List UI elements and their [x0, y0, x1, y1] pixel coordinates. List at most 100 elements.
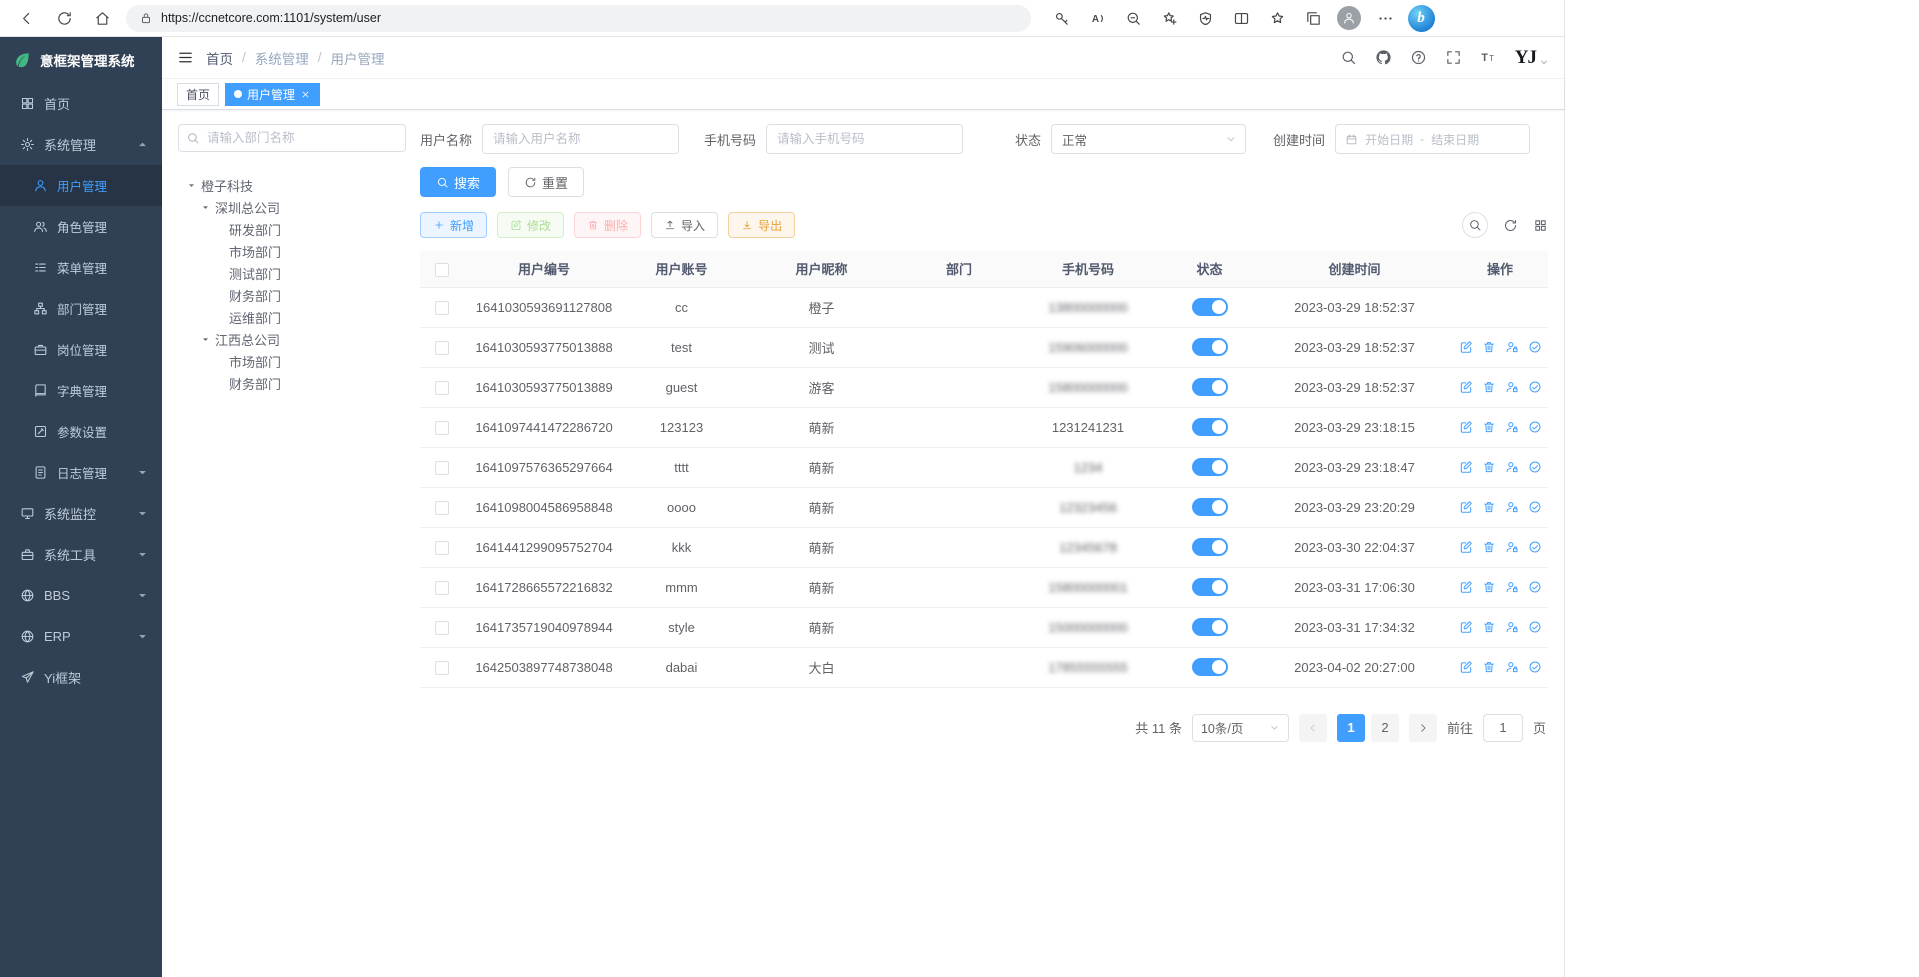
edit-icon[interactable]	[1459, 580, 1473, 594]
reset-password-icon[interactable]	[1505, 620, 1519, 634]
user-avatar[interactable]: YJ	[1515, 48, 1549, 67]
sidebar-item-岗位管理[interactable]: 岗位管理	[0, 329, 162, 370]
tab-用户管理[interactable]: 用户管理	[225, 83, 320, 106]
delete-icon[interactable]	[1482, 380, 1496, 394]
refresh-icon[interactable]	[1503, 218, 1518, 233]
tree-node-市场部门[interactable]: 市场部门	[178, 350, 406, 372]
reset-password-icon[interactable]	[1505, 540, 1519, 554]
tree-node-财务部门[interactable]: 财务部门	[178, 284, 406, 306]
status-toggle[interactable]	[1192, 498, 1228, 516]
copilot-icon[interactable]: b	[1403, 3, 1439, 33]
edit-icon[interactable]	[1459, 540, 1473, 554]
row-checkbox[interactable]	[435, 461, 449, 475]
status-toggle[interactable]	[1192, 538, 1228, 556]
tree-node-测试部门[interactable]: 测试部门	[178, 262, 406, 284]
favorites-icon[interactable]	[1259, 3, 1295, 33]
row-checkbox[interactable]	[435, 421, 449, 435]
edit-icon[interactable]	[1459, 460, 1473, 474]
sidebar-item-ERP[interactable]: ERP	[0, 616, 162, 657]
delete-icon[interactable]	[1482, 460, 1496, 474]
status-toggle[interactable]	[1192, 578, 1228, 596]
status-toggle[interactable]	[1192, 658, 1228, 676]
assign-role-icon[interactable]	[1528, 580, 1542, 594]
row-checkbox[interactable]	[435, 381, 449, 395]
reset-password-icon[interactable]	[1505, 660, 1519, 674]
grid-icon[interactable]	[1533, 218, 1548, 233]
sidebar-item-部门管理[interactable]: 部门管理	[0, 288, 162, 329]
date-range-picker[interactable]: 开始日期 - 结束日期	[1335, 124, 1530, 154]
username-input[interactable]	[482, 124, 679, 154]
sidebar-item-系统管理[interactable]: 系统管理	[0, 124, 162, 165]
reset-password-icon[interactable]	[1505, 420, 1519, 434]
profile-icon[interactable]	[1331, 3, 1367, 33]
sidebar-item-系统工具[interactable]: 系统工具	[0, 534, 162, 575]
sidebar-item-Yi框架[interactable]: Yi框架	[0, 657, 162, 698]
page-number-button[interactable]: 2	[1371, 714, 1399, 742]
caret-down-icon[interactable]	[200, 334, 211, 345]
status-toggle[interactable]	[1192, 458, 1228, 476]
edit-icon[interactable]	[1459, 620, 1473, 634]
status-select[interactable]: 正常	[1051, 124, 1246, 154]
breadcrumb-item[interactable]: 系统管理	[255, 48, 309, 68]
row-checkbox[interactable]	[435, 301, 449, 315]
split-screen-icon[interactable]	[1223, 3, 1259, 33]
next-page-button[interactable]	[1409, 714, 1437, 742]
sidebar-item-首页[interactable]: 首页	[0, 83, 162, 124]
page-size-select[interactable]: 10条/页	[1192, 714, 1289, 742]
back-icon[interactable]	[8, 3, 44, 33]
search-icon[interactable]	[1340, 49, 1357, 66]
sidebar-item-字典管理[interactable]: 字典管理	[0, 370, 162, 411]
assign-role-icon[interactable]	[1528, 380, 1542, 394]
column-header[interactable]: 用户账号	[624, 251, 739, 287]
password-key-icon[interactable]	[1043, 3, 1079, 33]
column-header[interactable]: 状态	[1162, 251, 1257, 287]
close-icon[interactable]	[300, 89, 311, 100]
caret-down-icon[interactable]	[186, 180, 197, 191]
assign-role-icon[interactable]	[1528, 620, 1542, 634]
breadcrumb-item[interactable]: 用户管理	[331, 48, 385, 68]
reset-password-icon[interactable]	[1505, 340, 1519, 354]
prev-page-button[interactable]	[1299, 714, 1327, 742]
phone-input[interactable]	[766, 124, 963, 154]
question-icon[interactable]	[1410, 49, 1427, 66]
home-icon[interactable]	[84, 3, 120, 33]
delete-icon[interactable]	[1482, 340, 1496, 354]
row-checkbox[interactable]	[435, 541, 449, 555]
status-toggle[interactable]	[1192, 338, 1228, 356]
tree-node-市场部门[interactable]: 市场部门	[178, 240, 406, 262]
settings-menu-icon[interactable]	[1367, 3, 1403, 33]
reset-button[interactable]: 重置	[508, 167, 584, 197]
goto-page-input[interactable]	[1483, 714, 1523, 742]
delete-icon[interactable]	[1482, 540, 1496, 554]
row-checkbox[interactable]	[435, 341, 449, 355]
select-all-checkbox[interactable]	[435, 263, 449, 277]
export-button[interactable]: 导出	[728, 212, 795, 238]
tree-node-研发部门[interactable]: 研发部门	[178, 218, 406, 240]
edit-button[interactable]: 修改	[497, 212, 564, 238]
font-size-icon[interactable]: TT	[1480, 49, 1497, 66]
menu-fold-icon[interactable]	[177, 49, 194, 66]
assign-role-icon[interactable]	[1528, 500, 1542, 514]
tree-node-江西总公司[interactable]: 江西总公司	[178, 328, 406, 350]
zoom-out-icon[interactable]	[1115, 3, 1151, 33]
add-favorite-icon[interactable]	[1151, 3, 1187, 33]
column-header[interactable]: 创建时间	[1257, 251, 1452, 287]
column-header[interactable]: 用户昵称	[739, 251, 904, 287]
toggle-search-button[interactable]	[1462, 212, 1488, 238]
tab-首页[interactable]: 首页	[177, 83, 219, 106]
delete-icon[interactable]	[1482, 620, 1496, 634]
browser-essentials-icon[interactable]	[1187, 3, 1223, 33]
caret-down-icon[interactable]	[200, 202, 211, 213]
address-bar[interactable]: https://ccnetcore.com:1101/system/user	[126, 5, 1031, 32]
sidebar-item-用户管理[interactable]: 用户管理	[0, 165, 162, 206]
assign-role-icon[interactable]	[1528, 460, 1542, 474]
column-header[interactable]: 操作	[1452, 251, 1548, 287]
column-header[interactable]: 部门	[904, 251, 1014, 287]
tree-node-运维部门[interactable]: 运维部门	[178, 306, 406, 328]
collections-icon[interactable]	[1295, 3, 1331, 33]
sidebar-item-系统监控[interactable]: 系统监控	[0, 493, 162, 534]
reset-password-icon[interactable]	[1505, 580, 1519, 594]
assign-role-icon[interactable]	[1528, 340, 1542, 354]
sidebar-item-日志管理[interactable]: 日志管理	[0, 452, 162, 493]
row-checkbox[interactable]	[435, 621, 449, 635]
